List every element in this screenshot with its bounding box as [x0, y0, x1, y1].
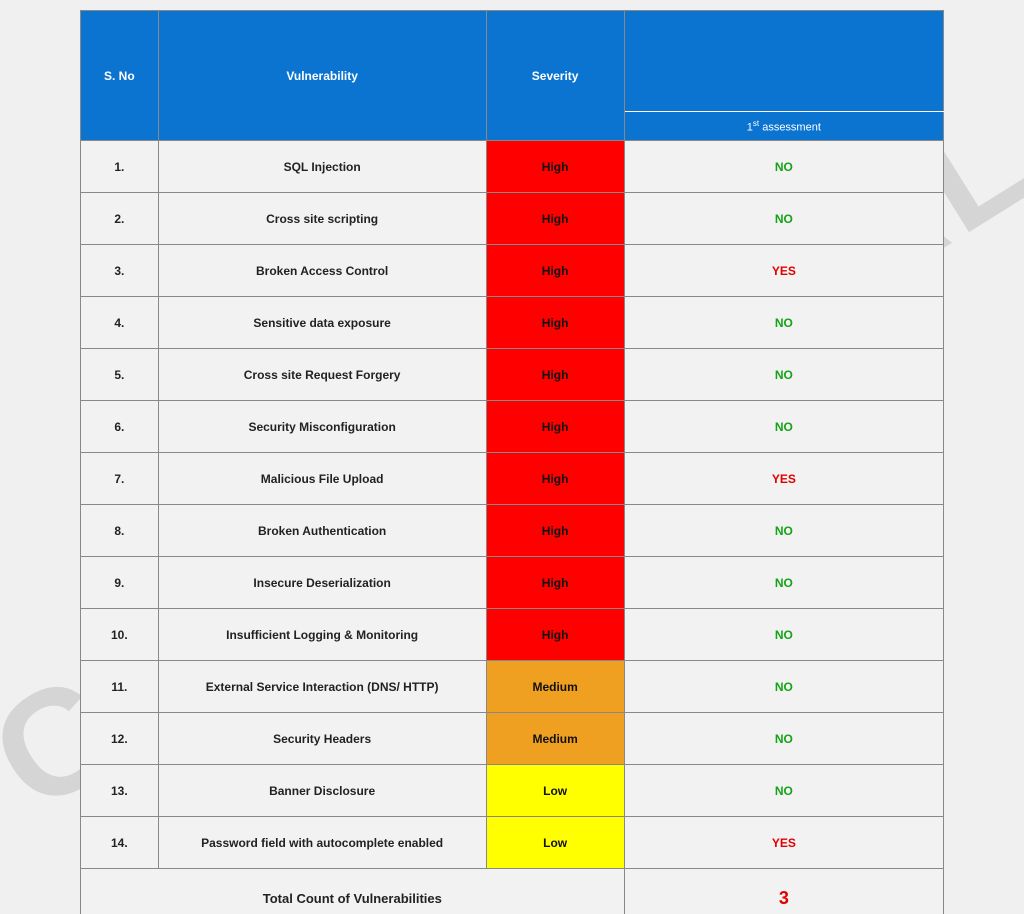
cell-severity: High — [486, 141, 624, 193]
cell-sno: 10. — [81, 609, 159, 661]
cell-vulnerability: Broken Authentication — [158, 505, 486, 557]
table-row: 12.Security HeadersMediumNO — [81, 713, 944, 765]
cell-severity: High — [486, 401, 624, 453]
header-severity: Severity — [486, 11, 624, 141]
cell-sno: 5. — [81, 349, 159, 401]
header-vulnerability: Vulnerability — [158, 11, 486, 141]
header-assess-suffix: assessment — [759, 121, 821, 133]
cell-vulnerability: Broken Access Control — [158, 245, 486, 297]
cell-severity: High — [486, 557, 624, 609]
page: CONFIDENTIAL S. No Vulnerability Severit… — [0, 0, 1024, 914]
cell-assessment: YES — [624, 453, 943, 505]
cell-assessment: NO — [624, 297, 943, 349]
cell-assessment: NO — [624, 557, 943, 609]
cell-severity: High — [486, 193, 624, 245]
cell-sno: 4. — [81, 297, 159, 349]
cell-sno: 3. — [81, 245, 159, 297]
table-footer: Total Count of Vulnerabilities 3 — [81, 869, 944, 914]
cell-severity: High — [486, 609, 624, 661]
cell-severity: Low — [486, 817, 624, 869]
header-sno: S. No — [81, 11, 159, 141]
cell-severity: Low — [486, 765, 624, 817]
cell-severity: Medium — [486, 661, 624, 713]
cell-vulnerability: Security Misconfiguration — [158, 401, 486, 453]
cell-vulnerability: Insecure Deserialization — [158, 557, 486, 609]
cell-sno: 6. — [81, 401, 159, 453]
cell-assessment: NO — [624, 349, 943, 401]
cell-severity: Medium — [486, 713, 624, 765]
total-value: 3 — [624, 869, 943, 914]
cell-sno: 2. — [81, 193, 159, 245]
cell-severity: High — [486, 505, 624, 557]
table-row: 9.Insecure DeserializationHighNO — [81, 557, 944, 609]
cell-sno: 7. — [81, 453, 159, 505]
table-row: 2.Cross site scriptingHighNO — [81, 193, 944, 245]
cell-assessment: NO — [624, 505, 943, 557]
cell-sno: 13. — [81, 765, 159, 817]
cell-vulnerability: External Service Interaction (DNS/ HTTP) — [158, 661, 486, 713]
cell-assessment: NO — [624, 609, 943, 661]
cell-vulnerability: Cross site Request Forgery — [158, 349, 486, 401]
cell-assessment: NO — [624, 661, 943, 713]
header-first-assessment: 1st assessment — [624, 112, 943, 141]
cell-severity: High — [486, 297, 624, 349]
cell-vulnerability: Password field with autocomplete enabled — [158, 817, 486, 869]
table-header: S. No Vulnerability Severity 1st assessm… — [81, 11, 944, 141]
cell-sno: 9. — [81, 557, 159, 609]
cell-severity: High — [486, 245, 624, 297]
cell-sno: 8. — [81, 505, 159, 557]
cell-assessment: NO — [624, 401, 943, 453]
cell-vulnerability: Sensitive data exposure — [158, 297, 486, 349]
cell-vulnerability: Cross site scripting — [158, 193, 486, 245]
cell-sno: 14. — [81, 817, 159, 869]
cell-vulnerability: SQL Injection — [158, 141, 486, 193]
cell-vulnerability: Security Headers — [158, 713, 486, 765]
table-row: 3.Broken Access ControlHighYES — [81, 245, 944, 297]
table-row: 6.Security MisconfigurationHighNO — [81, 401, 944, 453]
table-row: 14.Password field with autocomplete enab… — [81, 817, 944, 869]
cell-sno: 11. — [81, 661, 159, 713]
cell-assessment: NO — [624, 713, 943, 765]
header-assessment-group — [624, 11, 943, 112]
cell-assessment: YES — [624, 817, 943, 869]
cell-assessment: YES — [624, 245, 943, 297]
table-row: 10.Insufficient Logging & MonitoringHigh… — [81, 609, 944, 661]
total-label: Total Count of Vulnerabilities — [81, 869, 625, 914]
cell-sno: 1. — [81, 141, 159, 193]
cell-assessment: NO — [624, 193, 943, 245]
cell-vulnerability: Insufficient Logging & Monitoring — [158, 609, 486, 661]
table-row: 8.Broken AuthenticationHighNO — [81, 505, 944, 557]
vulnerability-table-container: S. No Vulnerability Severity 1st assessm… — [80, 10, 944, 914]
table-row: 13.Banner DisclosureLowNO — [81, 765, 944, 817]
cell-sno: 12. — [81, 713, 159, 765]
cell-assessment: NO — [624, 765, 943, 817]
table-row: 4.Sensitive data exposureHighNO — [81, 297, 944, 349]
cell-vulnerability: Malicious File Upload — [158, 453, 486, 505]
cell-vulnerability: Banner Disclosure — [158, 765, 486, 817]
table-row: 1.SQL InjectionHighNO — [81, 141, 944, 193]
table-body: 1.SQL InjectionHighNO2.Cross site script… — [81, 141, 944, 869]
table-row: 5.Cross site Request ForgeryHighNO — [81, 349, 944, 401]
cell-severity: High — [486, 453, 624, 505]
cell-assessment: NO — [624, 141, 943, 193]
vulnerability-table: S. No Vulnerability Severity 1st assessm… — [80, 10, 944, 914]
cell-severity: High — [486, 349, 624, 401]
table-row: 7.Malicious File UploadHighYES — [81, 453, 944, 505]
table-row: 11.External Service Interaction (DNS/ HT… — [81, 661, 944, 713]
